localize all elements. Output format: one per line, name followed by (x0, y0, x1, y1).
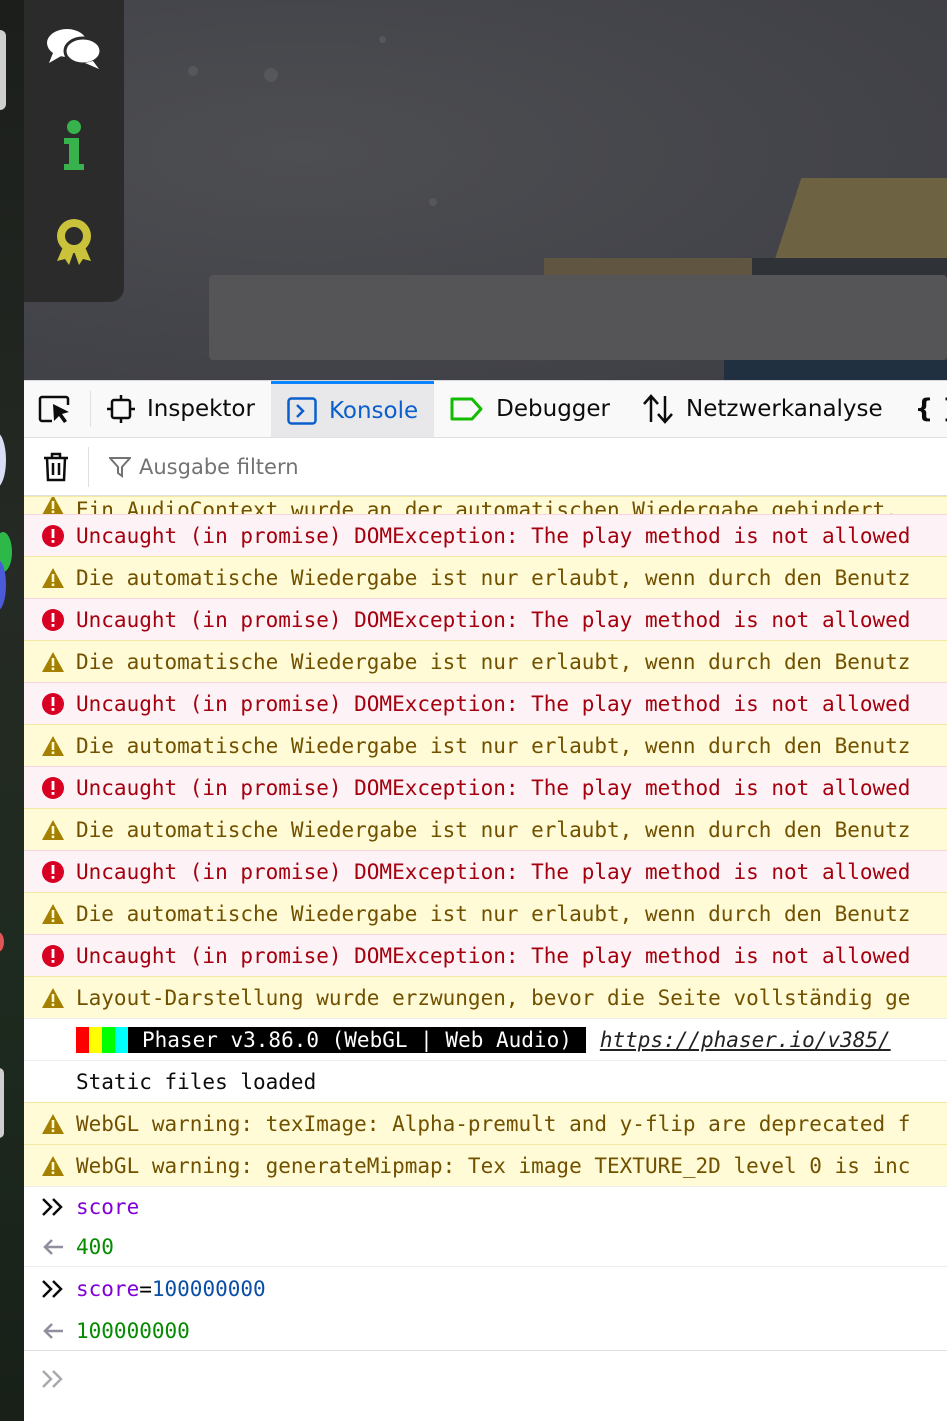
game-overlay-panel (209, 275, 947, 360)
error-icon (40, 859, 66, 885)
console-message-warning: Die automatische Wiedergabe ist nur erla… (24, 724, 947, 766)
warning-icon (40, 901, 66, 927)
console-output: Ein AudioContext wurde an der automatisc… (24, 496, 947, 1421)
result-arrow-icon (40, 1234, 66, 1260)
game-tile (774, 178, 947, 262)
input-chevron-icon (40, 1194, 66, 1220)
trash-icon (44, 452, 68, 481)
tab-label: Netzwerkanalyse (686, 396, 883, 422)
game-side-menu (24, 0, 124, 302)
console-icon (287, 396, 317, 425)
chat-button[interactable] (24, 8, 124, 88)
game-tile-water (724, 360, 947, 380)
network-icon (643, 394, 673, 424)
error-icon (40, 943, 66, 969)
achievements-button[interactable] (24, 202, 124, 282)
warning-icon (40, 565, 66, 591)
console-toolbar: Ausgabe filtern (24, 438, 947, 496)
input-chevron-icon (40, 1276, 66, 1302)
braces-icon: { } (914, 394, 947, 424)
warning-icon (40, 649, 66, 675)
phaser-link[interactable]: https://phaser.io/v385/ (600, 1028, 891, 1052)
console-message-warning: Die automatische Wiedergabe ist nur erla… (24, 640, 947, 682)
chat-icon (47, 29, 103, 69)
error-icon (40, 523, 66, 549)
tab-label: Inspektor (147, 396, 255, 422)
console-prompt[interactable] (24, 1350, 947, 1406)
console-message-log: Static files loaded (24, 1060, 947, 1102)
console-message-phaser-banner: Phaser v3.86.0 (WebGL | Web Audio) https:… (24, 1018, 947, 1060)
devtools-tabbar: Inspektor Konsole Debugger Netzwerkanaly… (24, 380, 947, 438)
console-message-error: Uncaught (in promise) DOMException: The … (24, 682, 947, 724)
tab-inspektor[interactable]: Inspektor (91, 381, 271, 437)
phaser-swatch (115, 1026, 128, 1053)
console-message-error: Uncaught (in promise) DOMException: The … (24, 514, 947, 556)
filter-icon (109, 456, 131, 478)
console-message-warning: Die automatische Wiedergabe ist nur erla… (24, 892, 947, 934)
console-message-error: Uncaught (in promise) DOMException: The … (24, 598, 947, 640)
inspector-icon (107, 395, 135, 423)
desktop-edge (0, 0, 24, 1421)
clear-console-button[interactable] (24, 446, 89, 487)
element-picker-button[interactable] (24, 391, 91, 427)
console-message-warning: WebGL warning: generateMipmap: Tex image… (24, 1144, 947, 1186)
warning-icon (40, 817, 66, 843)
console-message-error: Uncaught (in promise) DOMException: The … (24, 766, 947, 808)
console-result: 400 (24, 1226, 947, 1266)
console-message-warning: Ein AudioContext wurde an der automatisc… (24, 496, 947, 514)
console-message-warning: Die automatische Wiedergabe ist nur erla… (24, 556, 947, 598)
debugger-icon (450, 397, 483, 421)
tab-label: Konsole (328, 397, 419, 424)
console-message-warning: WebGL warning: texImage: Alpha-premult a… (24, 1102, 947, 1144)
console-input-entry: score = 100000000 (24, 1266, 947, 1310)
filter-input[interactable]: Ausgabe filtern (89, 455, 299, 479)
console-message-warning: Layout-Darstellung wurde erzwungen, bevo… (24, 976, 947, 1018)
warning-icon (40, 985, 66, 1011)
tab-konsole[interactable]: Konsole (270, 381, 435, 437)
element-picker-icon (38, 395, 70, 423)
phaser-swatch (76, 1026, 89, 1053)
result-arrow-icon (40, 1318, 66, 1344)
console-message-error: Uncaught (in promise) DOMException: The … (24, 934, 947, 976)
game-canvas[interactable] (24, 0, 947, 380)
tab-style-editor[interactable]: { } S (899, 381, 947, 437)
console-input-entry: score (24, 1186, 947, 1226)
error-icon (40, 691, 66, 717)
filter-placeholder: Ausgabe filtern (139, 454, 299, 479)
info-icon (64, 120, 84, 170)
error-icon (40, 775, 66, 801)
devtools-panel: Inspektor Konsole Debugger Netzwerkanaly… (24, 380, 947, 1421)
warning-icon (40, 733, 66, 759)
info-button[interactable] (24, 106, 124, 186)
phaser-swatch (89, 1026, 102, 1053)
tab-debugger[interactable]: Debugger (434, 381, 626, 437)
award-icon (57, 219, 91, 265)
tab-netzwerkanalyse[interactable]: Netzwerkanalyse (626, 381, 899, 437)
warning-icon (40, 1111, 66, 1137)
tab-label: Debugger (496, 396, 610, 422)
warning-icon (40, 497, 66, 514)
console-result: 100000000 (24, 1310, 947, 1350)
console-message-error: Uncaught (in promise) DOMException: The … (24, 850, 947, 892)
phaser-swatch (102, 1026, 115, 1053)
phaser-version-label: Phaser v3.86.0 (WebGL | Web Audio) (128, 1026, 586, 1053)
prompt-chevron-icon (40, 1366, 66, 1392)
console-message-warning: Die automatische Wiedergabe ist nur erla… (24, 808, 947, 850)
error-icon (40, 607, 66, 633)
warning-icon (40, 1153, 66, 1179)
